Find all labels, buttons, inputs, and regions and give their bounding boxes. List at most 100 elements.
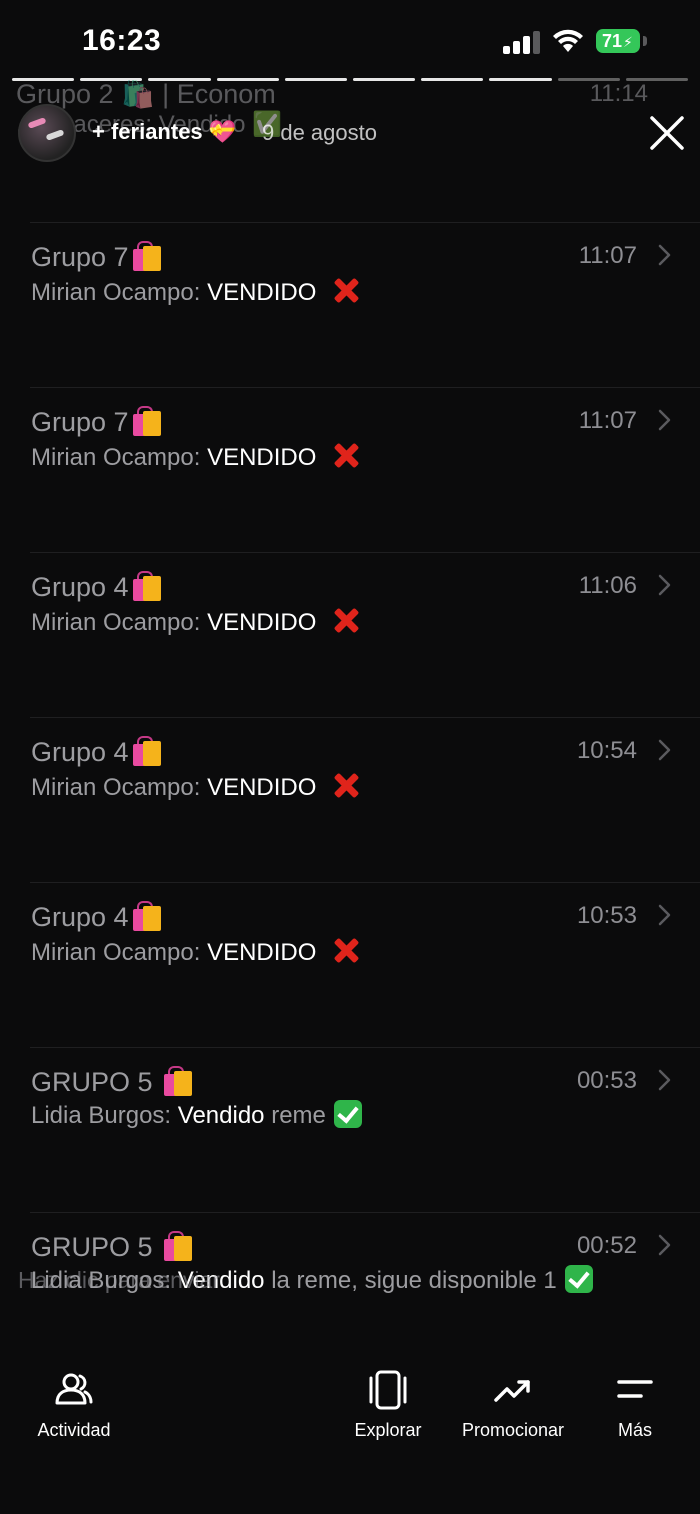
shopping-bags-icon — [131, 735, 163, 767]
chat-preview: Mirian Ocampo: VENDIDO — [31, 770, 361, 802]
battery-level: 71 — [602, 31, 623, 51]
shopping-bags-icon — [162, 1065, 194, 1097]
chat-title-text: Grupo 4 — [31, 902, 129, 932]
chat-row[interactable]: Grupo 7 11:07 Mirian Ocampo: VENDIDO — [0, 222, 700, 387]
activity-button[interactable]: Actividad — [30, 1370, 118, 1441]
chat-sender: Mirian Ocampo: — [31, 609, 201, 636]
chat-time: 10:53 — [576, 902, 637, 929]
row-divider — [30, 1212, 700, 1213]
chat-preview: Mirian Ocampo: VENDIDO — [31, 935, 361, 967]
check-mark-icon — [564, 1265, 593, 1293]
story-date: 9 de agosto — [262, 120, 377, 145]
row-divider — [30, 717, 700, 718]
chat-message: Vendido — [177, 1102, 265, 1129]
close-icon[interactable] — [648, 114, 686, 152]
trending-up-icon — [494, 1380, 530, 1402]
story-header: + feriantes 💝 9 de agosto — [18, 104, 688, 162]
chat-title: GRUPO 5 — [31, 1230, 194, 1263]
shopping-bags-icon — [162, 1230, 194, 1262]
chat-message-rest: reme — [271, 1102, 326, 1129]
cross-mark-icon — [331, 935, 361, 965]
more-button[interactable]: Más — [610, 1370, 660, 1441]
chevron-right-icon — [658, 904, 671, 926]
chat-title-text: GRUPO 5 — [31, 1067, 161, 1097]
row-divider — [30, 1047, 700, 1048]
wifi-icon — [553, 29, 583, 52]
story-author-name[interactable]: + feriantes 💝 — [92, 119, 236, 145]
charging-bolt-icon: ⚡ — [623, 34, 633, 50]
avatar[interactable] — [18, 104, 76, 162]
chat-message-rest: la reme, sigue disponible 1 — [271, 1267, 557, 1294]
chat-list: Grupo 7 11:07 Mirian Ocampo: VENDIDO Grupo… — [0, 222, 700, 1377]
chat-preview: Mirian Ocampo: VENDIDO — [31, 605, 361, 637]
chat-time: 00:52 — [576, 1232, 637, 1259]
chat-preview: Mirian Ocampo: VENDIDO — [31, 440, 361, 472]
chat-preview: Mirian Ocampo: VENDIDO — [31, 275, 361, 307]
more-label: Más — [617, 1420, 652, 1440]
cross-mark-icon — [331, 605, 361, 635]
row-divider — [30, 552, 700, 553]
bottom-toolbar: Actividad Explorar Promocionar Más — [0, 1320, 700, 1514]
chevron-right-icon — [658, 244, 671, 266]
shopping-bags-icon — [131, 405, 163, 437]
chat-title: Grupo 4 — [31, 900, 163, 933]
chevron-right-icon — [658, 1234, 671, 1256]
chat-title-text: Grupo 4 — [31, 572, 129, 602]
chat-message: VENDIDO — [207, 774, 317, 801]
row-divider — [30, 387, 700, 388]
chat-time: 11:06 — [578, 572, 637, 599]
chat-title-text: Grupo 7 — [31, 242, 129, 272]
chat-row[interactable]: Grupo 7 11:07 Mirian Ocampo: VENDIDO — [0, 387, 700, 552]
shopping-bags-icon — [131, 570, 163, 602]
explore-label: Explorar — [354, 1420, 422, 1440]
overlay-caption: Haz clic para enviar — [18, 1267, 220, 1293]
status-bar: 16:23 71⚡ — [0, 0, 700, 80]
chat-time: 11:07 — [578, 242, 637, 269]
chat-sender: Mirian Ocampo: — [31, 939, 201, 966]
promote-label: Promocionar — [461, 1420, 565, 1440]
chat-title-text: Grupo 7 — [31, 407, 129, 437]
chat-title: Grupo 7 — [31, 405, 163, 438]
check-mark-icon — [333, 1100, 362, 1128]
chat-time: 10:54 — [576, 737, 637, 764]
shopping-bags-icon — [131, 240, 163, 272]
shopping-bags-icon — [131, 900, 163, 932]
chat-title-text: Grupo 4 — [31, 737, 129, 767]
chevron-right-icon — [658, 739, 671, 761]
chat-message: VENDIDO — [207, 279, 317, 306]
chat-title: Grupo 7 — [31, 240, 163, 273]
explore-button[interactable]: Explorar — [348, 1370, 428, 1441]
chat-row[interactable]: Grupo 4 10:53 Mirian Ocampo: VENDIDO — [0, 882, 700, 1047]
battery-tip — [643, 36, 647, 46]
chevron-right-icon — [658, 1069, 671, 1091]
activity-label: Actividad — [37, 1420, 111, 1440]
chat-message: VENDIDO — [207, 444, 317, 471]
chat-sender: Mirian Ocampo: — [31, 774, 201, 801]
chat-message: VENDIDO — [207, 939, 317, 966]
cross-mark-icon — [331, 440, 361, 470]
row-divider — [30, 222, 700, 223]
promote-button[interactable]: Promocionar — [456, 1370, 570, 1441]
status-time: 16:23 — [82, 24, 162, 57]
chat-title: Grupo 4 — [31, 735, 163, 768]
chat-time: 00:53 — [576, 1067, 637, 1094]
people-icon — [55, 1373, 93, 1405]
chat-message: VENDIDO — [207, 609, 317, 636]
cross-mark-icon — [331, 770, 361, 800]
chat-title-text: GRUPO 5 — [31, 1232, 161, 1262]
chat-title: Grupo 4 — [31, 570, 163, 603]
chat-row[interactable]: Grupo 4 11:06 Mirian Ocampo: VENDIDO — [0, 552, 700, 717]
battery-indicator: 71⚡ — [596, 29, 640, 53]
cross-mark-icon — [331, 275, 361, 305]
row-divider — [30, 882, 700, 883]
cellular-signal-icon — [503, 30, 543, 54]
chat-sender: Mirian Ocampo: — [31, 279, 201, 306]
chat-row[interactable]: GRUPO 5 00:53 Lidia Burgos: Vendido reme — [0, 1047, 700, 1212]
chat-sender: Lidia Burgos: — [31, 1102, 172, 1129]
chat-row[interactable]: Grupo 4 10:54 Mirian Ocampo: VENDIDO — [0, 717, 700, 882]
chat-preview: Lidia Burgos: Vendido reme — [31, 1100, 362, 1130]
menu-icon — [617, 1380, 653, 1398]
carousel-icon — [369, 1370, 407, 1410]
chevron-right-icon — [658, 574, 671, 596]
chat-title: GRUPO 5 — [31, 1065, 194, 1098]
